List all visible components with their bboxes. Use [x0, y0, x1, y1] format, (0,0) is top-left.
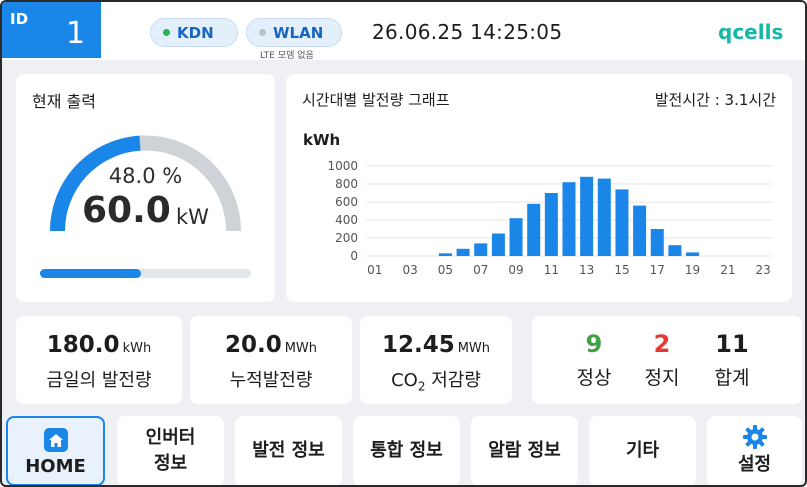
co2-label-prefix: CO	[391, 370, 418, 391]
total-generation-card: 20.0 MWh 누적발전량	[190, 316, 352, 404]
chart-y-tick-label: 1000	[327, 159, 358, 173]
power-progress-fill	[40, 269, 142, 278]
inverter-normal-label: 정상	[576, 367, 612, 389]
chart-bar	[456, 248, 470, 256]
chart-bar	[668, 245, 682, 256]
power-progress-track	[40, 269, 251, 278]
chart-y-tick-label: 200	[335, 231, 358, 245]
total-generation-label: 누적발전량	[229, 370, 313, 391]
nav-generation-label: 발전 정보	[252, 440, 325, 461]
nav-settings-label: 설정	[737, 454, 772, 475]
chart-x-tick-label: 17	[650, 263, 665, 277]
chart-x-tick-label: 07	[473, 263, 488, 277]
nav-inverter-info-button[interactable]: 인버터 정보	[117, 416, 224, 485]
inverter-normal-count: 9 정상	[564, 330, 624, 390]
current-datetime: 26.06.25 14:25:05	[372, 20, 563, 44]
nav-home-label: HOME	[25, 456, 86, 477]
inverter-total-count: 11 합계	[702, 330, 762, 390]
today-generation-label: 금일의 발전량	[46, 370, 152, 391]
chart-x-tick-label: 05	[438, 263, 453, 277]
chart-x-tick-label: 21	[720, 263, 735, 277]
device-id-box: ID 1	[2, 2, 101, 58]
wlan-status-dot-icon	[259, 29, 266, 36]
nav-inverter-label-line2: 정보	[153, 453, 188, 474]
current-power-title: 현재 출력	[32, 92, 96, 111]
kdn-status-label: KDN	[177, 23, 214, 42]
co2-label-suffix: 저감량	[425, 370, 481, 391]
chart-bar	[650, 229, 664, 256]
chart-x-tick-label: 03	[402, 263, 417, 277]
chart-bar	[474, 243, 488, 256]
today-generation-card: 180.0 kWh 금일의 발전량	[16, 316, 182, 404]
wlan-status-label: WLAN	[273, 23, 324, 42]
chart-bar	[509, 218, 523, 256]
power-percent: 48.0 %	[108, 164, 183, 188]
chart-x-tick-label: 09	[508, 263, 523, 277]
power-value: 60.0	[82, 190, 171, 231]
inverter-status-card: 9 정상 2 정지 11 합계	[532, 316, 802, 404]
co2-reduction-label: CO2 저감량	[360, 366, 512, 394]
chart-bar	[597, 178, 611, 256]
device-id-label: ID	[10, 10, 29, 28]
chart-x-tick-label: 19	[685, 263, 700, 277]
app-frame: ID 1 KDN WLAN LTE 모뎀 없음 26.06.25 14:25:0…	[0, 0, 807, 487]
home-icon	[43, 428, 68, 452]
nav-inverter-label-line1: 인버터	[145, 427, 196, 448]
chart-bar	[527, 203, 541, 256]
kdn-status-badge: KDN	[150, 18, 238, 47]
hourly-generation-card: 시간대별 발전량 그래프 발전시간 : 3.1시간 kWh 1000 800 600…	[286, 74, 792, 302]
inverter-stopped-value: 2	[653, 330, 671, 358]
chart-bar	[633, 205, 647, 256]
brand-logo: qcells	[718, 20, 784, 44]
chart-bar	[491, 233, 505, 256]
today-generation-unit: kWh	[122, 341, 152, 356]
chart-y-tick-label: 800	[335, 177, 358, 191]
chart-bar	[580, 176, 594, 256]
nav-integrated-info-button[interactable]: 통합 정보	[353, 416, 460, 485]
chart-bar	[686, 252, 700, 256]
hourly-generation-chart: 1000 800 600 400 200 0 01 03 05 07 09 11 13 15 17 19 21 2…	[327, 159, 772, 277]
header-bar: ID 1 KDN WLAN LTE 모뎀 없음 26.06.25 14:25:0…	[2, 2, 805, 61]
lte-status-note: LTE 모뎀 없음	[260, 51, 314, 61]
today-generation-value: 180.0	[46, 332, 120, 358]
nav-generation-info-button[interactable]: 발전 정보	[235, 416, 342, 485]
chart-y-tick-label: 0	[350, 249, 358, 263]
nav-home-button[interactable]: HOME	[6, 416, 105, 485]
co2-reduction-card: 12.45 MWh CO2 저감량	[360, 316, 512, 404]
total-generation-unit: MWh	[284, 341, 318, 356]
co2-reduction-unit: MWh	[457, 341, 491, 356]
chart-x-tick-label: 23	[756, 263, 771, 277]
chart-bar	[438, 253, 452, 256]
kdn-status-dot-icon	[163, 29, 170, 36]
inverter-normal-value: 9	[585, 330, 603, 358]
nav-alarm-label: 알람 정보	[488, 440, 561, 461]
inverter-total-label: 합계	[714, 367, 750, 389]
gear-icon	[742, 425, 767, 449]
chart-bar	[544, 193, 558, 256]
chart-bar	[615, 189, 629, 256]
settings-wrap: 설정	[738, 424, 771, 478]
chart-y-tick-label: 400	[335, 213, 358, 227]
current-power-card: 현재 출력 48.0 % 60.0 kW	[16, 74, 275, 302]
chart-bar	[562, 182, 576, 256]
nav-etc-button[interactable]: 기타	[589, 416, 696, 485]
chart-x-tick-label: 13	[579, 263, 594, 277]
nav-settings-button[interactable]: 설정	[707, 416, 802, 485]
inverter-stopped-label: 정지	[644, 367, 680, 389]
co2-reduction-value: 12.45	[381, 332, 455, 358]
nav-etc-label: 기타	[625, 440, 660, 461]
chart-x-tick-label: 11	[544, 263, 559, 277]
inverter-total-value: 11	[715, 330, 749, 358]
chart-x-tick-label: 15	[614, 263, 629, 277]
chart-x-tick-label: 01	[367, 263, 382, 277]
device-id-value: 1	[66, 16, 86, 51]
total-generation-value: 20.0	[224, 332, 282, 358]
chart-y-tick-label: 600	[335, 195, 358, 209]
inverter-stopped-count: 2 정지	[632, 330, 692, 390]
nav-integrated-label: 통합 정보	[370, 440, 443, 461]
power-unit: kW	[176, 205, 209, 229]
nav-alarm-info-button[interactable]: 알람 정보	[471, 416, 578, 485]
wlan-status-badge: WLAN	[246, 18, 342, 47]
